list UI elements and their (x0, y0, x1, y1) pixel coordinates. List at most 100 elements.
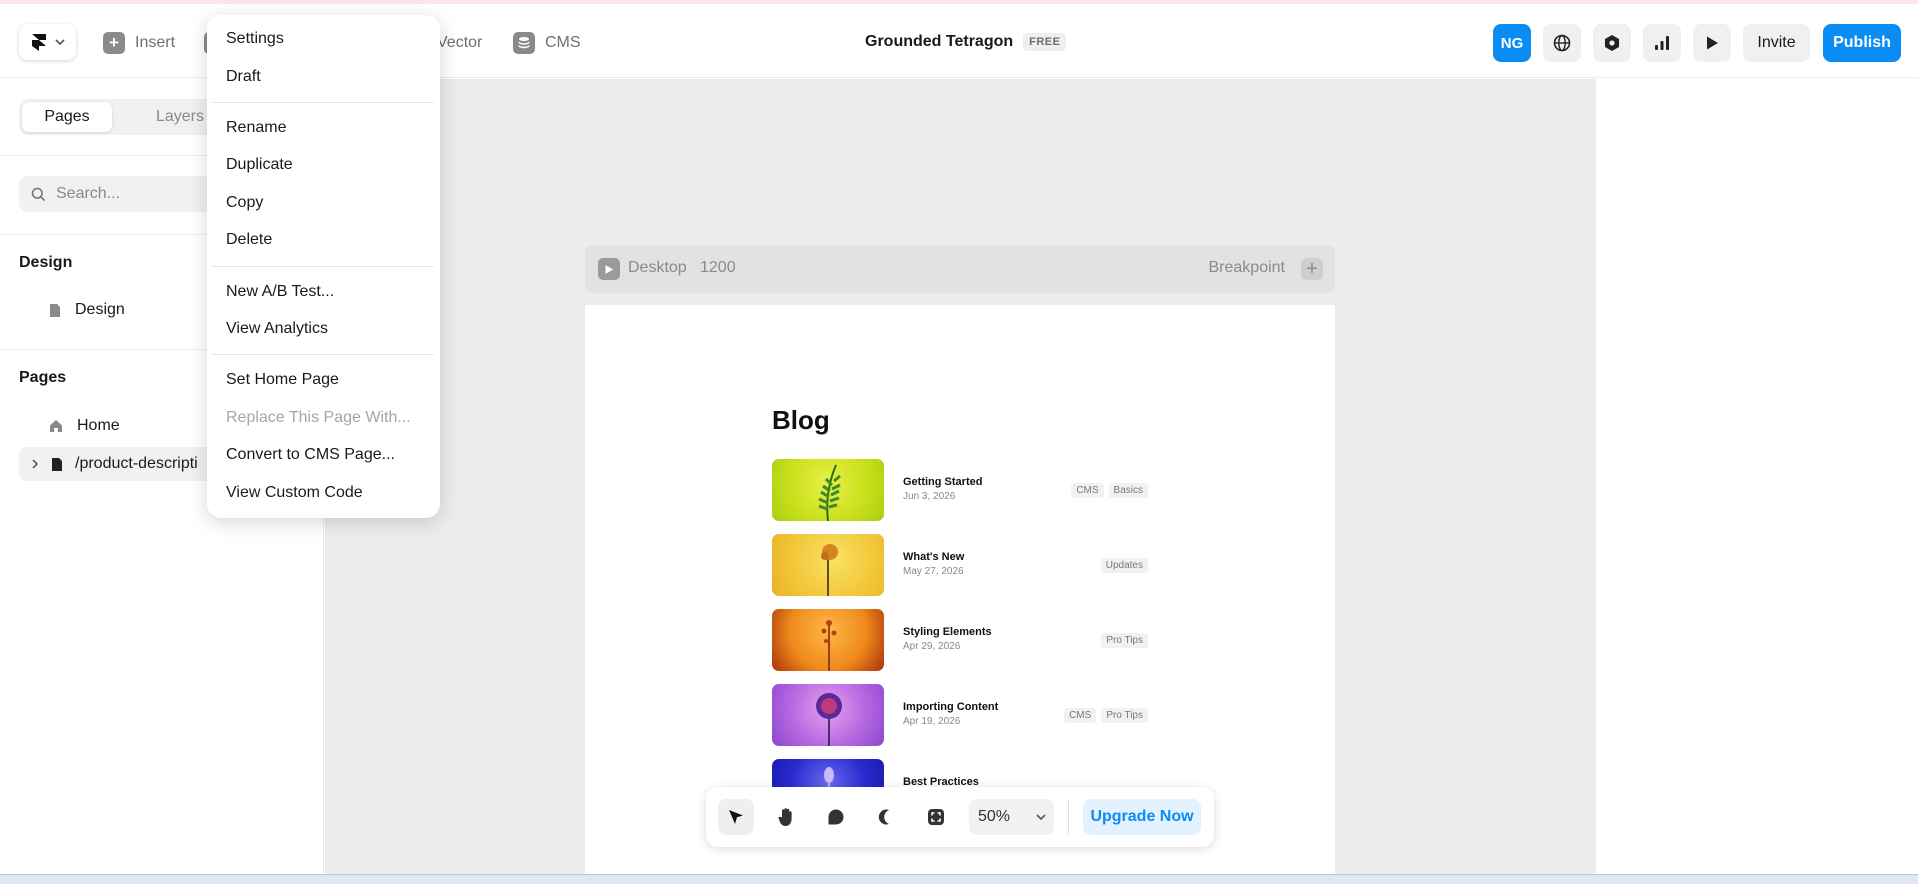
tag: Pro Tips (1101, 633, 1148, 648)
plus-icon: + (103, 32, 125, 54)
post-tags: CMS Basics (1071, 483, 1148, 498)
post-title: What's New (903, 551, 965, 563)
post-date: May 27, 2026 (903, 566, 964, 577)
bar-chart-icon (1655, 36, 1669, 50)
hand-icon (778, 808, 792, 826)
project-title: Grounded Tetragon (865, 33, 1014, 50)
frame-focus-icon (928, 809, 944, 825)
dark-mode-button[interactable] (868, 799, 904, 835)
breakpoint-bar: Desktop 1200 Breakpoint + (585, 245, 1335, 293)
post-thumbnail (772, 459, 884, 521)
play-icon (605, 264, 613, 274)
hexagon-icon (1605, 35, 1619, 51)
menu-item-convert-to-cms[interactable]: Convert to CMS Page... (226, 446, 395, 464)
settings-button[interactable] (1593, 24, 1631, 62)
tag: CMS (1071, 483, 1104, 498)
post-title: Styling Elements (903, 626, 992, 638)
database-icon (513, 32, 535, 54)
cms-label: CMS (545, 34, 581, 51)
post-tags: Updates (1100, 558, 1148, 573)
sidebar-item-label: Home (77, 417, 120, 434)
insert-label: Insert (135, 34, 176, 51)
post-title: Importing Content (903, 701, 999, 713)
menu-item-new-ab-test[interactable]: New A/B Test... (226, 283, 334, 301)
globe-icon (1553, 34, 1571, 52)
menu-divider (212, 102, 434, 103)
plan-badge: FREE (1023, 33, 1067, 51)
post-date: Apr 29, 2026 (903, 641, 961, 652)
invite-button[interactable]: Invite (1743, 24, 1810, 62)
blog-heading: Blog (772, 405, 830, 435)
post-thumbnail (772, 534, 884, 596)
menu-item-draft[interactable]: Draft (226, 68, 261, 86)
app-menu-button[interactable] (19, 24, 76, 60)
tag: Pro Tips (1101, 708, 1148, 723)
menu-divider (212, 266, 434, 267)
select-tool-button[interactable] (718, 799, 754, 835)
post-tags: Pro Tips (1101, 633, 1148, 648)
tag: Updates (1100, 558, 1148, 573)
comment-tool-button[interactable] (818, 799, 854, 835)
upgrade-now-button[interactable]: Upgrade Now (1083, 799, 1201, 835)
search-icon (31, 187, 46, 201)
list-item[interactable]: Getting Started Jun 3, 2026 CMS Basics (772, 459, 1148, 521)
moon-icon (878, 809, 889, 825)
breakpoint-width: 1200 (700, 259, 736, 276)
play-icon (1707, 36, 1718, 50)
file-icon (52, 457, 62, 471)
framer-logo-icon (31, 34, 46, 51)
chevron-down-icon (1036, 814, 1046, 821)
menu-item-delete[interactable]: Delete (226, 231, 272, 249)
right-properties-panel (1596, 79, 1918, 879)
analytics-button[interactable] (1643, 24, 1681, 62)
tag: CMS (1064, 708, 1097, 723)
cursor-arrow-icon (729, 810, 743, 824)
project-title-area[interactable]: Grounded Tetragon FREE (865, 33, 1067, 51)
menu-item-settings[interactable]: Settings (226, 30, 284, 48)
divider (1068, 800, 1069, 834)
home-icon (50, 420, 62, 432)
os-taskbar-edge (0, 874, 1918, 884)
cms-button[interactable]: CMS (513, 30, 581, 56)
globe-button[interactable] (1543, 24, 1581, 62)
post-date: Jun 3, 2026 (903, 491, 956, 502)
page-context-menu: Settings Draft Rename Duplicate Copy Del… (207, 15, 440, 518)
vector-label: Vector (437, 34, 483, 51)
zoom-select[interactable]: 50% (969, 799, 1054, 835)
menu-item-view-analytics[interactable]: View Analytics (226, 320, 328, 338)
menu-item-view-custom-code[interactable]: View Custom Code (226, 484, 363, 502)
tab-pages[interactable]: Pages (22, 102, 112, 132)
menu-item-replace-page: Replace This Page With... (226, 409, 411, 426)
file-icon (50, 303, 60, 317)
add-breakpoint-button[interactable]: + (1301, 258, 1323, 280)
menu-item-set-home-page[interactable]: Set Home Page (226, 371, 339, 389)
canvas-tool-bar: 50% Upgrade Now (706, 787, 1214, 847)
chevron-right-icon[interactable] (31, 459, 39, 469)
comment-icon (828, 809, 844, 825)
preview-breakpoint-button[interactable] (598, 258, 620, 280)
focus-mode-button[interactable] (918, 799, 954, 835)
list-item[interactable]: What's New May 27, 2026 Updates (772, 534, 1148, 596)
publish-button[interactable]: Publish (1823, 24, 1901, 62)
post-thumbnail (772, 609, 884, 671)
preview-button[interactable] (1693, 24, 1731, 62)
list-item[interactable]: Importing Content Apr 19, 2026 CMS Pro T… (772, 684, 1148, 746)
hand-tool-button[interactable] (768, 799, 804, 835)
menu-item-copy[interactable]: Copy (226, 194, 263, 212)
breakpoint-label[interactable]: Breakpoint (1209, 259, 1286, 277)
sidebar-item-label: Design (75, 301, 125, 318)
post-date: Apr 19, 2026 (903, 716, 961, 727)
menu-item-rename[interactable]: Rename (226, 119, 286, 137)
user-avatar[interactable]: NG (1493, 24, 1531, 62)
menu-item-duplicate[interactable]: Duplicate (226, 156, 293, 174)
chevron-down-icon (54, 39, 65, 45)
insert-button[interactable]: + Insert (103, 30, 175, 56)
post-tags: CMS Pro Tips (1064, 708, 1148, 723)
tag: Basics (1108, 483, 1148, 498)
vector-button[interactable]: Vector (437, 30, 482, 56)
list-item[interactable]: Styling Elements Apr 29, 2026 Pro Tips (772, 609, 1148, 671)
plus-icon: + (1306, 257, 1318, 280)
design-section-heading: Design (19, 254, 73, 271)
pages-section-heading: Pages (19, 369, 67, 386)
zoom-value: 50% (978, 808, 1011, 825)
